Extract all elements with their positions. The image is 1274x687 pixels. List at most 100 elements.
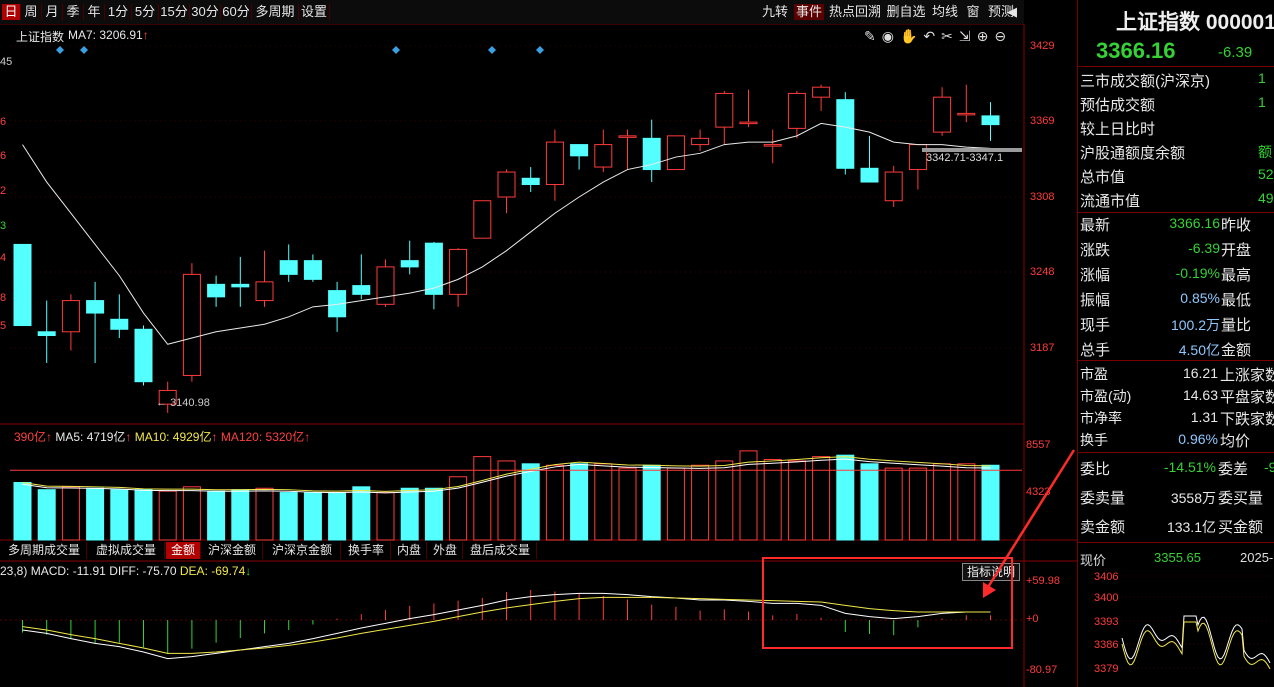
candle-body bbox=[836, 99, 855, 169]
order-value-secondary: -9 bbox=[1264, 459, 1274, 475]
ratio-value: 0.96% bbox=[1178, 431, 1218, 447]
candle-body bbox=[691, 137, 710, 146]
candle-body bbox=[424, 242, 443, 295]
quote-label-secondary: 量比 bbox=[1221, 317, 1252, 334]
volume-bar bbox=[376, 492, 395, 541]
ratio-label-secondary: 平盘家数 bbox=[1220, 389, 1274, 406]
left-edge-label: 3 bbox=[0, 220, 7, 232]
summary-value: 额 bbox=[1258, 144, 1272, 160]
down-arrow: ↓ bbox=[245, 564, 252, 578]
candle-body bbox=[957, 112, 976, 116]
quote-label-secondary: 最低 bbox=[1221, 292, 1252, 309]
candle-body bbox=[207, 283, 226, 298]
candle-body bbox=[521, 177, 540, 186]
vol-ma10: MA10: 4929亿 bbox=[134, 430, 212, 444]
low-value: 3140.98 bbox=[170, 397, 210, 409]
ratio-label: 市净率 bbox=[1080, 410, 1122, 426]
mini-date: 2025- bbox=[1240, 550, 1274, 565]
indicator-tab[interactable]: 金额 bbox=[166, 542, 201, 559]
candle-body bbox=[61, 300, 80, 333]
vol-ma5: MA5: 4719亿 bbox=[55, 430, 126, 444]
toolbar-button[interactable]: 窗 bbox=[964, 4, 982, 20]
indicator-tab[interactable]: 换手率 bbox=[342, 542, 391, 559]
period-button[interactable]: 5分 bbox=[132, 4, 159, 20]
mini-axis-label: 3406 bbox=[1094, 571, 1118, 583]
event-marker-icon bbox=[536, 46, 544, 54]
candle-body bbox=[231, 283, 250, 288]
candle-body bbox=[352, 285, 371, 295]
candle-body bbox=[37, 331, 56, 337]
quote-value: 0.85% bbox=[1180, 290, 1220, 306]
toolbar-button[interactable]: 热点回溯 bbox=[828, 4, 882, 20]
candle-body bbox=[860, 167, 879, 183]
volume-bar bbox=[933, 463, 952, 541]
ratio-label-secondary: 下跌家数 bbox=[1220, 411, 1274, 428]
volume-bar bbox=[13, 482, 32, 541]
period-button[interactable]: 周 bbox=[21, 4, 42, 20]
ratio-label: 市盈(动) bbox=[1080, 388, 1132, 404]
event-marker-icon bbox=[56, 46, 64, 54]
volume-legend: 390亿↑ MA5: 4719亿↑ MA10: 4929亿↑ MA120: 53… bbox=[14, 428, 310, 445]
indicator-tab[interactable]: 虚拟成交量 bbox=[88, 542, 165, 559]
left-edge-label: 6 bbox=[0, 150, 7, 162]
period-button[interactable]: 月 bbox=[42, 4, 63, 20]
quote-value: -6.39 bbox=[1188, 240, 1220, 256]
period-button[interactable]: 1分 bbox=[105, 4, 132, 20]
period-button[interactable]: 年 bbox=[84, 4, 105, 20]
volume-bar bbox=[37, 489, 56, 541]
period-button[interactable]: 15分 bbox=[159, 4, 190, 20]
toolbar-button[interactable]: 事件 bbox=[794, 4, 824, 20]
period-button[interactable]: 季 bbox=[63, 4, 84, 20]
candle-body bbox=[400, 260, 419, 268]
indicator-tab[interactable]: 外盘 bbox=[428, 542, 463, 559]
indicator-tab[interactable]: 沪深金额 bbox=[202, 542, 263, 559]
panel-change: -6.39 bbox=[1218, 44, 1253, 61]
candle-body bbox=[812, 86, 831, 98]
indicator-help-button[interactable]: 指标说明 bbox=[962, 563, 1021, 581]
volume-bar bbox=[981, 464, 1000, 541]
candle-body bbox=[763, 144, 782, 147]
period-button[interactable]: 设置 bbox=[299, 4, 330, 20]
volume-bar bbox=[545, 464, 564, 541]
chart-canvas[interactable] bbox=[0, 24, 1077, 687]
summary-value: 1 bbox=[1258, 70, 1266, 86]
ratio-label: 市盈 bbox=[1080, 366, 1108, 382]
collapse-icon[interactable]: ◀ bbox=[1004, 4, 1020, 20]
macd-value: MACD: -11.91 bbox=[30, 564, 106, 578]
indicator-tab[interactable]: 多周期成交量 bbox=[2, 542, 87, 559]
period-button[interactable]: 多周期 bbox=[252, 4, 299, 20]
volume-bar bbox=[908, 467, 927, 541]
toolbar-button[interactable]: 均线 bbox=[930, 4, 960, 20]
toolbar-button[interactable]: 删自选 bbox=[886, 4, 926, 20]
volume-bar bbox=[691, 464, 710, 541]
indicator-tab[interactable]: 内盘 bbox=[392, 542, 427, 559]
period-button[interactable]: 日 bbox=[2, 4, 21, 20]
quote-value: 4.50亿 bbox=[1178, 342, 1220, 358]
quote-label-secondary: 金额 bbox=[1221, 342, 1252, 359]
price-axis-label: 3308 bbox=[1030, 191, 1055, 203]
indicator-tab[interactable]: 盘后成交量 bbox=[464, 542, 537, 559]
candle-body bbox=[376, 266, 395, 305]
mini-chart[interactable]: 3406 3400 3393 3386 3379 bbox=[1078, 568, 1274, 687]
left-edge-label: 5 bbox=[0, 320, 7, 332]
period-button[interactable]: 60分 bbox=[221, 4, 252, 20]
candle-body bbox=[13, 243, 32, 327]
quote-label-secondary: 昨收 bbox=[1221, 217, 1252, 234]
volume-bar bbox=[328, 492, 347, 541]
period-button[interactable]: 30分 bbox=[190, 4, 221, 20]
order-label-secondary: 买金额 bbox=[1218, 519, 1264, 536]
divider bbox=[1078, 360, 1274, 361]
candle-body bbox=[594, 144, 613, 168]
order-value: 133.1亿 bbox=[1166, 519, 1216, 535]
period-toolbar: 日周月季年 1分 5分 15分 30分 60分 多周期 设置 九转 事件 热点回溯 删自选 均线窗预测 ◀ bbox=[0, 0, 1024, 25]
mini-label: 现价 bbox=[1080, 553, 1107, 568]
volume-bar bbox=[158, 490, 177, 541]
macd-axis-zero: +0 bbox=[1026, 613, 1039, 625]
indicator-tab[interactable]: 沪深京金额 bbox=[264, 542, 341, 559]
candle-body bbox=[981, 115, 1000, 126]
summary-label: 流通市值 bbox=[1080, 193, 1141, 210]
toolbar-button[interactable]: 九转 bbox=[760, 4, 790, 20]
summary-label: 较上日比时 bbox=[1080, 121, 1156, 138]
candle-body bbox=[279, 260, 298, 275]
quote-panel: 上证指数 000001 3366.16 -6.39 现价 3355.65 202… bbox=[1077, 0, 1274, 687]
